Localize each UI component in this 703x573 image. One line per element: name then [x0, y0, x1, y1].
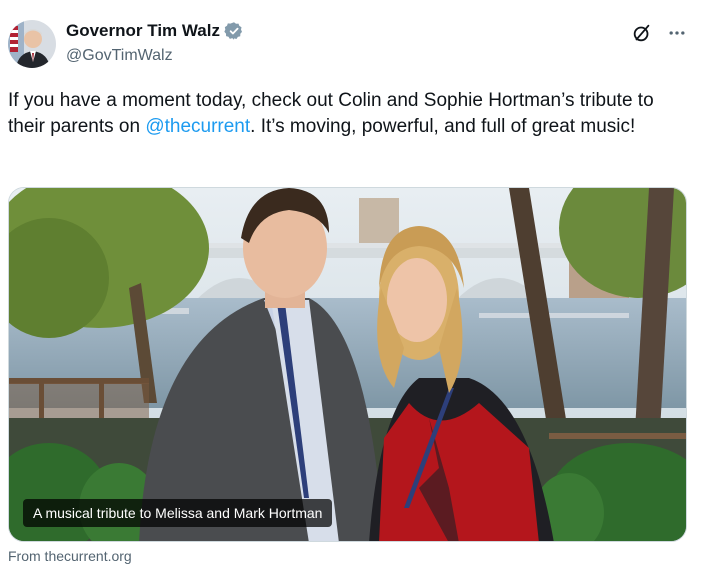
photo: [9, 188, 686, 541]
grok-icon[interactable]: [631, 22, 653, 44]
tweet-actions: [631, 22, 687, 44]
display-name[interactable]: Governor Tim Walz: [66, 21, 220, 41]
tweet: Governor Tim Walz @GovTimWalz If you hav…: [0, 0, 703, 573]
avatar[interactable]: [8, 20, 56, 68]
author-block: Governor Tim Walz @GovTimWalz: [66, 20, 244, 65]
tweet-text: If you have a moment today, check out Co…: [8, 88, 688, 140]
link-card-caption: A musical tribute to Melissa and Mark Ho…: [23, 499, 333, 527]
handle[interactable]: @GovTimWalz: [66, 47, 244, 65]
verified-badge-icon[interactable]: [224, 21, 244, 41]
more-icon[interactable]: [667, 23, 687, 43]
tweet-text-after: . It’s moving, powerful, and full of gre…: [250, 116, 636, 137]
link-card-image[interactable]: A musical tribute to Melissa and Mark Ho…: [8, 187, 687, 542]
mention-link[interactable]: @thecurrent: [145, 116, 250, 137]
name-row: Governor Tim Walz: [66, 20, 244, 42]
link-card-source[interactable]: From thecurrent.org: [8, 548, 132, 564]
